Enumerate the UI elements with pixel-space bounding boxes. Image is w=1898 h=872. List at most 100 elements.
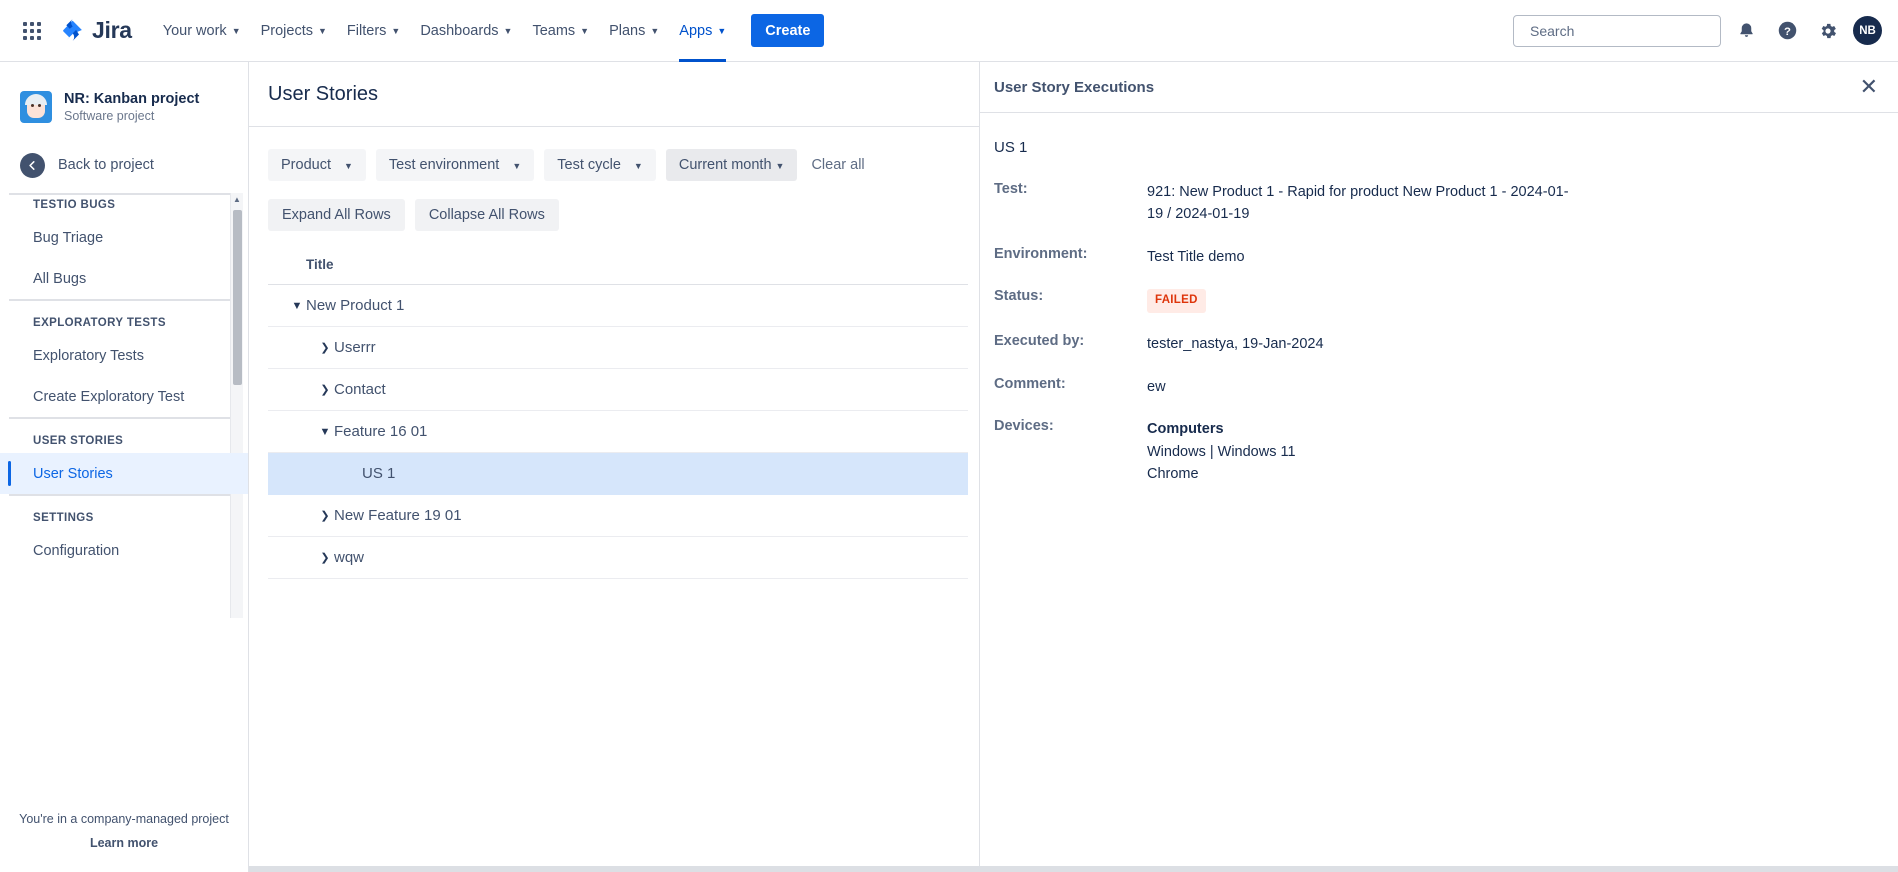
sidebar-section-testio-bugs: TESTIO BUGS xyxy=(33,199,116,212)
project-header[interactable]: NR: Kanban project Software project xyxy=(0,62,248,123)
field-value: ew xyxy=(1147,378,1166,395)
table-row[interactable]: ▼ Feature 16 01 xyxy=(268,411,968,453)
sidebar-item-bug-triage[interactable]: Bug Triage xyxy=(0,217,248,258)
field-status: Status: FAILED xyxy=(994,288,1884,314)
back-to-project-link[interactable]: Back to project xyxy=(0,145,248,185)
top-navigation-bar: Jira Your work ▼ Projects ▼ Filters ▼ Da… xyxy=(0,0,1898,62)
top-nav-right-group: ? NB xyxy=(1513,14,1882,47)
primary-nav: Your work ▼ Projects ▼ Filters ▼ Dashboa… xyxy=(154,0,736,62)
help-button[interactable]: ? xyxy=(1771,15,1803,47)
table-row-selected[interactable]: US 1 xyxy=(268,453,968,495)
nav-item-apps[interactable]: Apps ▼ xyxy=(670,0,735,62)
nav-item-your-work[interactable]: Your work ▼ xyxy=(154,0,250,62)
sidebar-item-configuration[interactable]: Configuration xyxy=(0,530,248,571)
field-value: Test Title demo xyxy=(1147,248,1245,265)
tree-row-label: Contact xyxy=(334,381,386,398)
filter-label: Test cycle xyxy=(557,157,621,173)
learn-more-link[interactable]: Learn more xyxy=(0,836,248,850)
field-value: 921: New Product 1 - Rapid for product N… xyxy=(1147,184,1569,223)
window-bottom-strip xyxy=(0,866,1898,872)
jira-logo[interactable]: Jira xyxy=(60,17,132,44)
chevron-down-icon: ▼ xyxy=(775,160,785,171)
gear-icon xyxy=(1821,23,1836,38)
chevron-down-icon: ▼ xyxy=(717,26,727,36)
field-comment: Comment: ew xyxy=(994,376,1884,398)
filter-date-range[interactable]: Current month ▼ xyxy=(665,149,798,181)
nav-label: Dashboards xyxy=(420,22,499,39)
chevron-down-icon: ▼ xyxy=(580,26,590,36)
nav-label: Teams xyxy=(532,22,576,39)
sidebar-item-user-stories[interactable]: User Stories xyxy=(0,453,248,495)
nav-item-plans[interactable]: Plans ▼ xyxy=(600,0,668,62)
tree-row-label: Userrr xyxy=(334,339,376,356)
filter-label: Test environment xyxy=(388,157,500,173)
user-story-executions-panel: User Story Executions ✕ US 1 Test: 921: … xyxy=(979,62,1898,872)
panel-body: US 1 Test: 921: New Product 1 - Rapid fo… xyxy=(980,113,1898,486)
nav-item-filters[interactable]: Filters ▼ xyxy=(338,0,409,62)
nav-label: Projects xyxy=(260,22,313,39)
filter-test-cycle[interactable]: Test cycle ▼ xyxy=(544,149,656,181)
filter-label: Product xyxy=(281,157,331,173)
tree-row-label: New Feature 19 01 xyxy=(334,507,462,524)
nav-item-projects[interactable]: Projects ▼ xyxy=(252,0,336,62)
table-row[interactable]: ❯ Contact xyxy=(268,369,968,411)
chevron-right-icon[interactable]: ❯ xyxy=(316,509,334,522)
nav-item-dashboards[interactable]: Dashboards ▼ xyxy=(411,0,521,62)
nav-label: Filters xyxy=(346,22,387,39)
chevron-down-icon[interactable]: ▼ xyxy=(288,300,306,312)
chevron-right-icon[interactable]: ❯ xyxy=(316,551,334,564)
sidebar-item-create-exploratory-test[interactable]: Create Exploratory Test xyxy=(0,376,248,417)
jira-icon xyxy=(63,18,82,41)
field-devices: Devices: Computers Windows | Windows 11 … xyxy=(994,418,1884,485)
project-name: NR: Kanban project xyxy=(64,91,200,107)
app-switcher-button[interactable] xyxy=(16,15,48,47)
sidebar-item-exploratory-tests[interactable]: Exploratory Tests xyxy=(0,335,248,376)
user-avatar[interactable]: NB xyxy=(1853,16,1882,45)
project-avatar-icon xyxy=(20,90,52,123)
sidebar-item-label: Bug Triage xyxy=(33,229,104,246)
close-icon[interactable]: ✕ xyxy=(1860,76,1878,98)
chevron-down-icon: ▼ xyxy=(318,26,327,36)
filter-product[interactable]: Product ▼ xyxy=(268,149,366,181)
story-label: US 1 xyxy=(994,139,1028,156)
project-type: Software project xyxy=(64,109,155,124)
table-row[interactable]: ▼ New Product 1 xyxy=(268,285,968,327)
chevron-down-icon: ▼ xyxy=(391,26,401,36)
field-key: Comment: xyxy=(994,375,1066,392)
field-key: Devices: xyxy=(994,418,1054,435)
grid-apps-icon xyxy=(23,21,41,40)
brand-name: Jira xyxy=(92,17,132,43)
filter-test-environment[interactable]: Test environment ▼ xyxy=(375,149,535,181)
chevron-down-icon[interactable]: ▼ xyxy=(316,426,334,438)
field-test: Test: 921: New Product 1 - Rapid for pro… xyxy=(994,181,1884,226)
device-os: Windows | Windows 11 xyxy=(1147,443,1296,460)
field-executed-by: Executed by: tester_nastya, 19-Jan-2024 xyxy=(994,333,1884,355)
create-button[interactable]: Create xyxy=(751,14,825,47)
chevron-right-icon[interactable]: ❯ xyxy=(316,341,334,354)
chevron-right-icon[interactable]: ❯ xyxy=(316,383,334,396)
clear-all-filters-button[interactable]: Clear all xyxy=(807,157,868,173)
sidebar-section-exploratory-tests: EXPLORATORY TESTS xyxy=(33,317,166,330)
chevron-down-icon: ▼ xyxy=(231,26,241,36)
collapse-all-rows-button[interactable]: Collapse All Rows xyxy=(414,199,559,231)
nav-item-teams[interactable]: Teams ▼ xyxy=(523,0,598,62)
tree-row-label: New Product 1 xyxy=(306,297,405,314)
table-row[interactable]: ❯ New Feature 19 01 xyxy=(268,495,968,537)
help-icon: ? xyxy=(1778,21,1796,40)
sidebar-item-label: All Bugs xyxy=(33,270,87,287)
table-row[interactable]: ❯ wqw xyxy=(268,537,968,579)
settings-button[interactable] xyxy=(1812,15,1844,47)
notifications-button[interactable] xyxy=(1730,15,1762,47)
main-content: User Stories Product ▼ Test environment … xyxy=(249,62,979,872)
search-box[interactable] xyxy=(1513,14,1721,47)
field-key: Executed by: xyxy=(994,333,1085,350)
scroll-up-icon[interactable]: ▲ xyxy=(233,193,241,207)
sidebar-item-all-bugs[interactable]: All Bugs xyxy=(0,258,248,299)
tree-row-label: Feature 16 01 xyxy=(334,423,428,440)
sidebar-item-label: Exploratory Tests xyxy=(33,347,144,364)
field-key: Status: xyxy=(994,288,1044,305)
table-row[interactable]: ❯ Userrr xyxy=(268,327,968,369)
expand-all-rows-button[interactable]: Expand All Rows xyxy=(268,199,405,231)
row-actions: Expand All Rows Collapse All Rows xyxy=(249,181,979,231)
search-input[interactable] xyxy=(1530,22,1711,39)
